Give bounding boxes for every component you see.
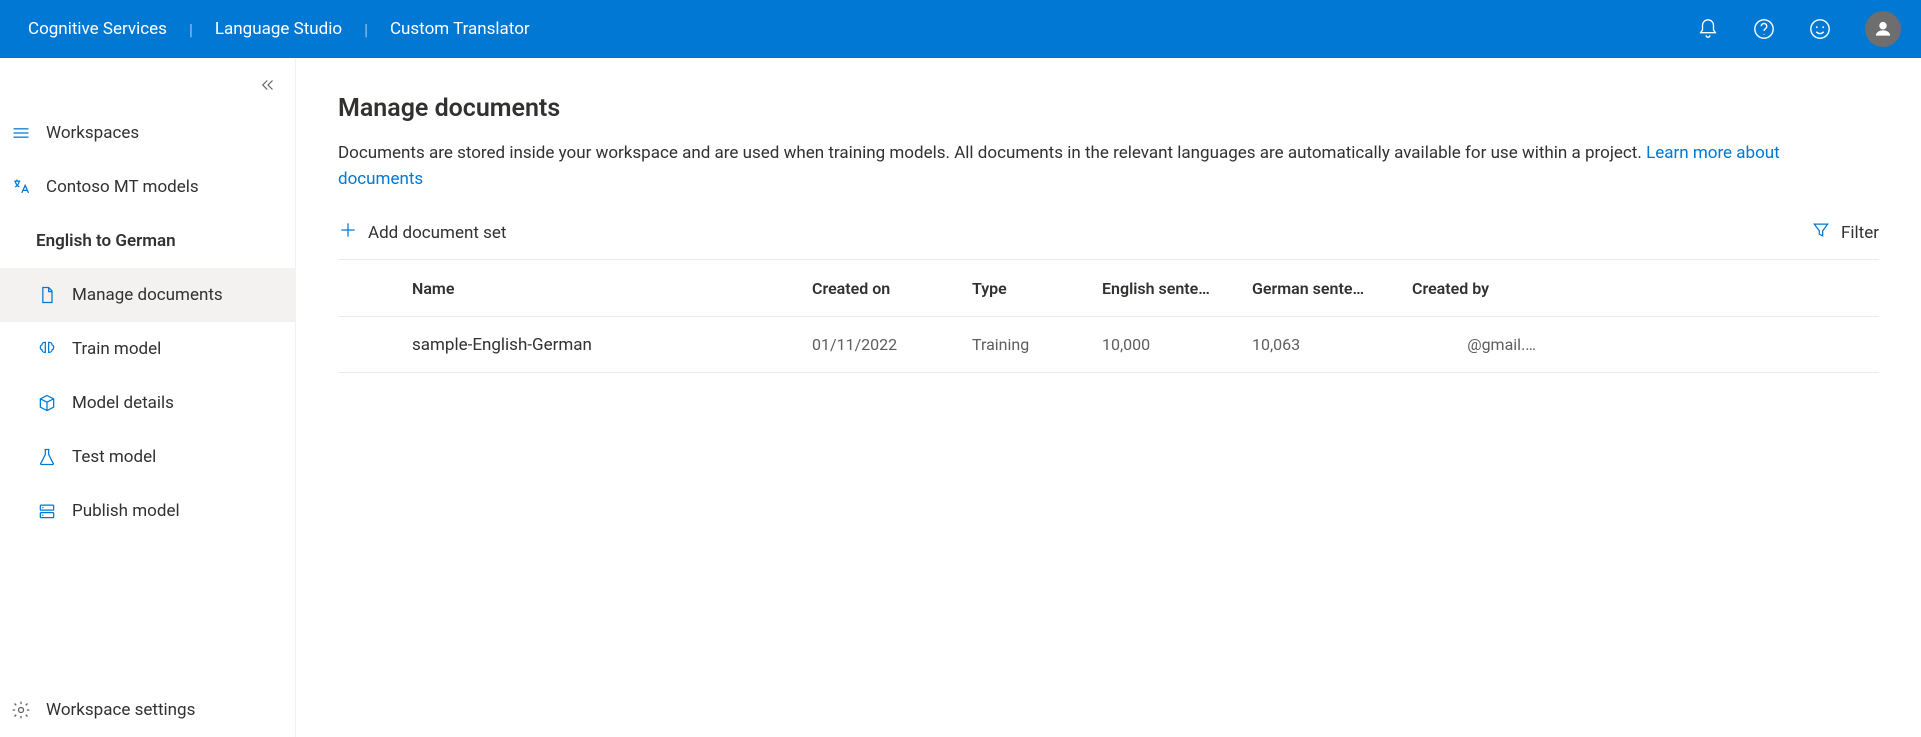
app-link[interactable]: Custom Translator [390, 19, 530, 39]
plus-icon [338, 220, 358, 245]
column-created-by[interactable]: Created by [1412, 279, 1542, 298]
sidebar-item-workspace-settings[interactable]: Workspace settings [0, 683, 295, 737]
sidebar-item-label: English to German [36, 231, 176, 251]
list-icon [10, 122, 32, 144]
cell-english: 10,000 [1102, 335, 1252, 354]
sidebar-item-model-details[interactable]: Model details [0, 376, 295, 430]
cell-german: 10,063 [1252, 335, 1412, 354]
filter-label: Filter [1841, 223, 1879, 243]
top-bar: Cognitive Services | Language Studio | C… [0, 0, 1921, 58]
sidebar-item-label: Publish model [72, 501, 180, 521]
page-description-text: Documents are stored inside your workspa… [338, 143, 1646, 163]
table-row[interactable]: sample-English-German 01/11/2022 Trainin… [338, 317, 1879, 373]
sidebar-item-manage-documents[interactable]: Manage documents [0, 268, 295, 322]
sidebar-item-label: Contoso MT models [46, 177, 199, 197]
page-description: Documents are stored inside your workspa… [338, 141, 1838, 192]
sidebar-item-test-model[interactable]: Test model [0, 430, 295, 484]
sidebar-item-label: Model details [72, 393, 174, 413]
translate-icon [10, 176, 32, 198]
cell-name: sample-English-German [412, 335, 812, 355]
sidebar-item-label: Test model [72, 447, 156, 467]
product-link[interactable]: Language Studio [215, 19, 342, 39]
column-english[interactable]: English sente… [1102, 279, 1252, 298]
column-type[interactable]: Type [972, 279, 1102, 298]
sidebar-item-train-model[interactable]: Train model [0, 322, 295, 376]
sidebar-item-workspaces[interactable]: Workspaces [0, 106, 295, 160]
help-icon[interactable] [1753, 18, 1775, 40]
sidebar-item-label: Train model [72, 339, 161, 359]
filter-button[interactable]: Filter [1811, 220, 1879, 245]
add-document-set-label: Add document set [368, 223, 506, 243]
brain-icon [36, 338, 58, 360]
brand-link[interactable]: Cognitive Services [28, 19, 167, 39]
collapse-sidebar-button[interactable] [259, 76, 277, 98]
add-document-set-button[interactable]: Add document set [338, 220, 506, 245]
page-title: Manage documents [338, 94, 1879, 123]
cell-created-on: 01/11/2022 [812, 335, 972, 354]
sidebar-item-label: Manage documents [72, 285, 223, 305]
avatar[interactable] [1865, 11, 1901, 47]
document-icon [36, 284, 58, 306]
sidebar-item-project[interactable]: English to German [0, 214, 295, 268]
topbar-actions [1697, 11, 1901, 47]
breadcrumb: Cognitive Services | Language Studio | C… [28, 19, 530, 39]
column-name[interactable]: Name [412, 279, 812, 298]
toolbar: Add document set Filter [338, 220, 1879, 259]
cube-icon [36, 392, 58, 414]
notification-icon[interactable] [1697, 18, 1719, 40]
main-content: Manage documents Documents are stored in… [296, 58, 1921, 737]
sidebar-item-publish-model[interactable]: Publish model [0, 484, 295, 538]
gear-icon [10, 699, 32, 721]
sidebar-item-workspace[interactable]: Contoso MT models [0, 160, 295, 214]
feedback-icon[interactable] [1809, 18, 1831, 40]
column-created-on[interactable]: Created on [812, 279, 972, 298]
cell-type: Training [972, 335, 1102, 354]
breadcrumb-separator: | [364, 20, 368, 39]
column-german[interactable]: German sente… [1252, 279, 1412, 298]
documents-table: Name Created on Type English sente… Germ… [338, 259, 1879, 373]
sidebar-item-label: Workspaces [46, 123, 139, 143]
filter-icon [1811, 220, 1831, 245]
sidebar-item-label: Workspace settings [46, 700, 195, 720]
publish-icon [36, 500, 58, 522]
table-header: Name Created on Type English sente… Germ… [338, 259, 1879, 317]
breadcrumb-separator: | [189, 20, 193, 39]
cell-created-by: @gmail.… [1412, 335, 1542, 354]
flask-icon [36, 446, 58, 468]
sidebar: Workspaces Contoso MT models English to … [0, 58, 296, 737]
